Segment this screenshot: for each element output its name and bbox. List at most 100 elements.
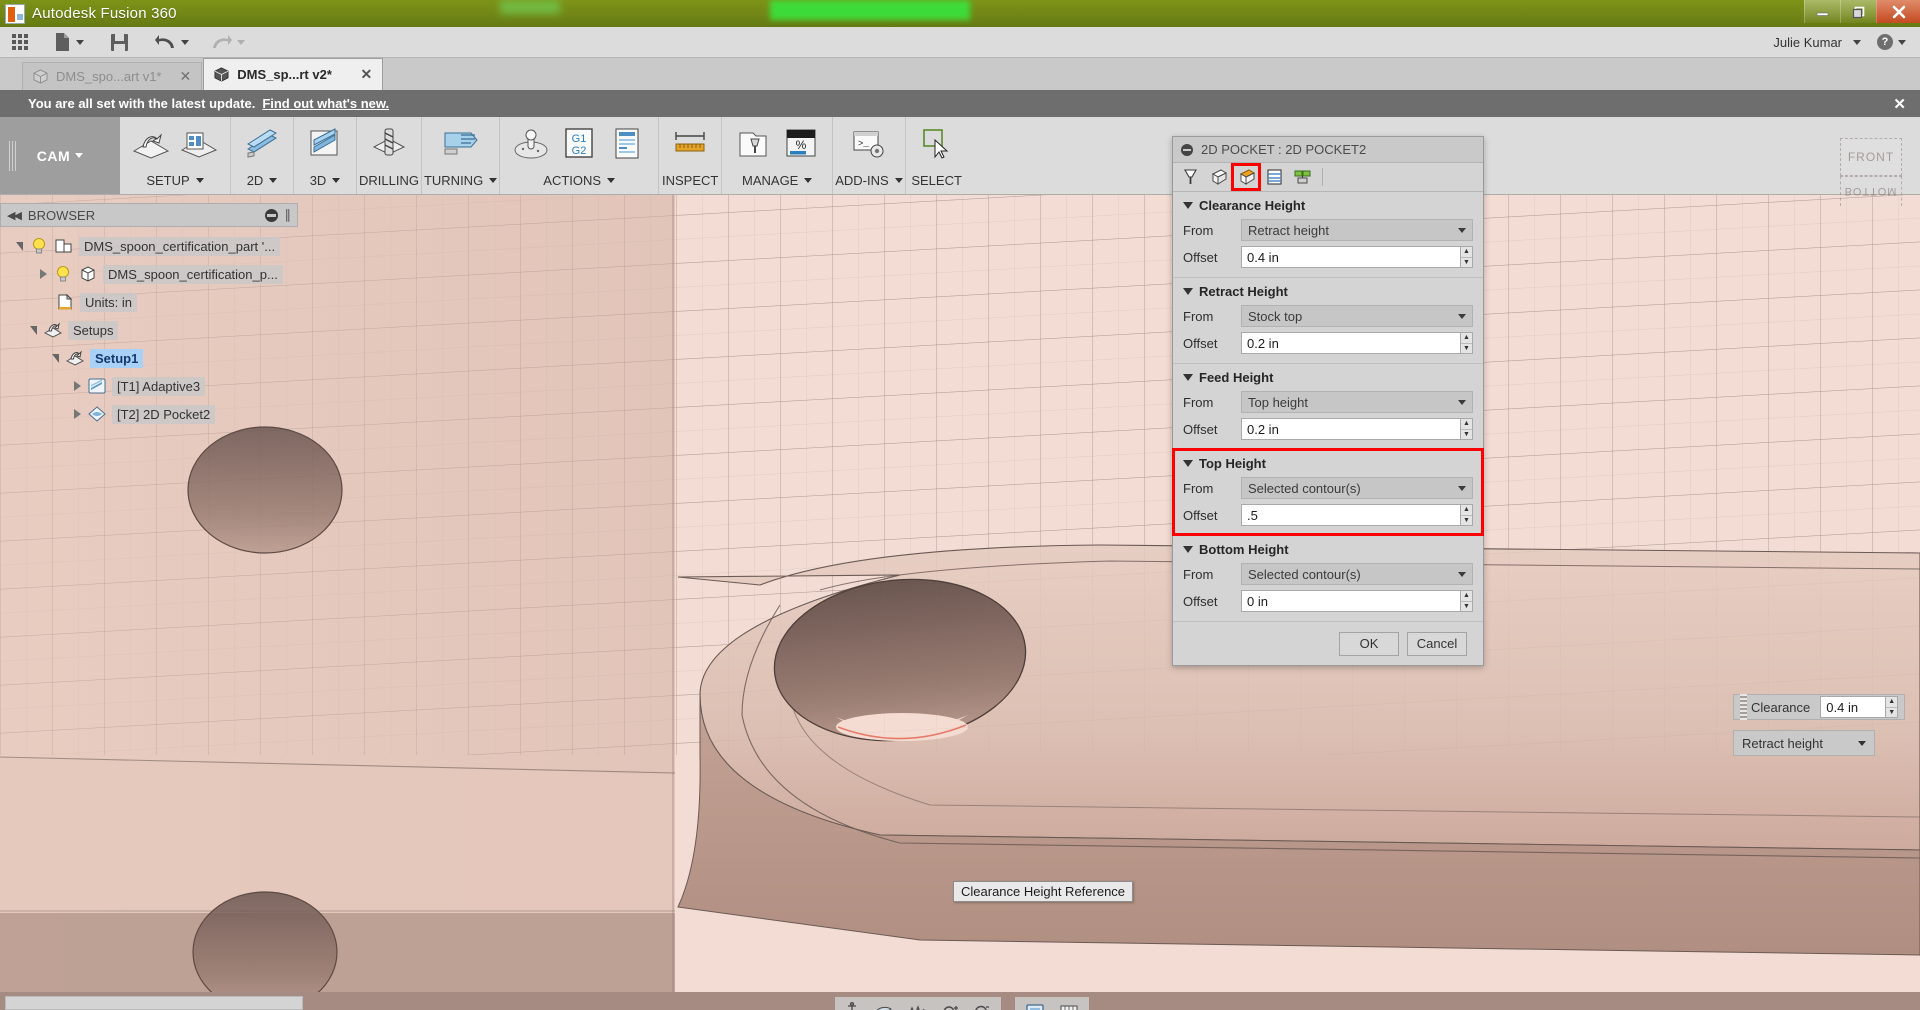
ribbon-group-label[interactable]: MANAGE bbox=[742, 173, 813, 194]
expander-right-icon[interactable] bbox=[74, 381, 81, 391]
select-cursor-icon[interactable] bbox=[916, 124, 958, 164]
linking-tab[interactable] bbox=[1289, 165, 1315, 189]
minimize-icon[interactable] bbox=[1804, 0, 1840, 23]
timeline-bar[interactable] bbox=[5, 996, 303, 1010]
spin-up-icon[interactable]: ▲ bbox=[1461, 247, 1472, 258]
account-menu[interactable]: Julie Kumar ? bbox=[1773, 34, 1920, 50]
minus-circle-icon[interactable] bbox=[1181, 143, 1193, 156]
offset-stepper[interactable]: ▲ ▼ bbox=[1460, 332, 1473, 354]
turning-icon[interactable] bbox=[440, 124, 482, 164]
ribbon-group-label[interactable]: SETUP bbox=[146, 173, 204, 194]
clearance-from-dropdown[interactable]: Retract height bbox=[1733, 730, 1875, 756]
offset-input[interactable]: 0.2 in bbox=[1241, 332, 1460, 354]
close-icon[interactable]: ✕ bbox=[343, 66, 373, 83]
tree-item-setups[interactable]: Setups bbox=[0, 316, 298, 344]
toolpath-2d-icon[interactable] bbox=[241, 124, 283, 164]
ribbon-group-label[interactable]: ACTIONS bbox=[543, 173, 616, 194]
simulate-icon[interactable] bbox=[510, 124, 552, 164]
pan-icon[interactable] bbox=[873, 1002, 893, 1010]
cancel-button[interactable]: Cancel bbox=[1407, 631, 1467, 656]
from-dropdown[interactable]: Selected contour(s) bbox=[1241, 477, 1473, 499]
close-icon[interactable]: ✕ bbox=[162, 68, 192, 85]
measure-ruler-icon[interactable] bbox=[669, 124, 711, 164]
panel-bars-icon[interactable]: ∥ bbox=[285, 207, 292, 223]
view-cube-bottom-face[interactable]: BOTTOM bbox=[1840, 176, 1902, 206]
orbit-icon[interactable] bbox=[845, 1002, 859, 1010]
passes-tab[interactable] bbox=[1261, 165, 1287, 189]
ribbon-group-label[interactable]: SELECT bbox=[911, 173, 962, 194]
clearance-input[interactable]: 0.4 in bbox=[1820, 696, 1886, 718]
expander-down-icon[interactable] bbox=[30, 325, 37, 335]
offset-input[interactable]: .5 bbox=[1241, 504, 1460, 526]
tool-tab[interactable] bbox=[1177, 165, 1203, 189]
section-header[interactable]: Bottom Height bbox=[1183, 542, 1473, 557]
tool-library-icon[interactable] bbox=[732, 124, 774, 164]
spin-down-icon[interactable]: ▼ bbox=[1461, 430, 1472, 440]
app-grid-button[interactable] bbox=[0, 27, 34, 58]
spin-up-icon[interactable]: ▲ bbox=[1461, 333, 1472, 344]
light-bulb-icon[interactable] bbox=[29, 237, 49, 255]
minus-circle-icon[interactable] bbox=[264, 208, 278, 222]
browser-header[interactable]: ◀◀ BROWSER ∥ bbox=[0, 203, 298, 227]
tree-item-body-component[interactable]: DMS_spoon_certification_p... bbox=[0, 260, 298, 288]
post-process-g1g2-icon[interactable]: G1 G2 bbox=[558, 124, 600, 164]
ribbon-group-label[interactable]: DRILLING bbox=[359, 173, 419, 194]
tree-item-assembly[interactable]: DMS_spoon_certification_part '... bbox=[0, 232, 298, 260]
collapse-left-icon[interactable]: ◀◀ bbox=[7, 209, 22, 222]
offset-input[interactable]: 0 in bbox=[1241, 590, 1460, 612]
from-dropdown[interactable]: Retract height bbox=[1241, 219, 1473, 241]
section-header[interactable]: Retract Height bbox=[1183, 284, 1473, 299]
dialog-title-bar[interactable]: 2D POCKET : 2D POCKET2 bbox=[1173, 137, 1483, 163]
restore-icon[interactable] bbox=[1840, 0, 1876, 23]
close-icon[interactable]: ✕ bbox=[1893, 95, 1906, 113]
tree-item-setup1[interactable]: Setup1 bbox=[0, 344, 298, 372]
heights-tab[interactable] bbox=[1231, 163, 1261, 191]
tree-item-units[interactable]: Units: in bbox=[0, 288, 298, 316]
expander-right-icon[interactable] bbox=[74, 409, 81, 419]
new-document-button[interactable] bbox=[48, 27, 90, 58]
geometry-tab[interactable] bbox=[1205, 165, 1231, 189]
close-icon[interactable] bbox=[1876, 0, 1920, 23]
document-tab-v2[interactable]: DMS_sp...rt v2* ✕ bbox=[203, 58, 384, 90]
ribbon-group-label[interactable]: INSPECT bbox=[662, 173, 718, 194]
ok-button[interactable]: OK bbox=[1339, 631, 1399, 656]
offset-stepper[interactable]: ▲ ▼ bbox=[1460, 590, 1473, 612]
ribbon-group-label[interactable]: 2D bbox=[247, 173, 278, 194]
spin-up-icon[interactable]: ▲ bbox=[1886, 697, 1898, 708]
document-tab-v1[interactable]: DMS_spo...art v1* ✕ bbox=[22, 62, 203, 90]
offset-stepper[interactable]: ▲ ▼ bbox=[1460, 246, 1473, 268]
spin-down-icon[interactable]: ▼ bbox=[1461, 602, 1472, 612]
spin-down-icon[interactable]: ▼ bbox=[1461, 344, 1472, 354]
grid-snap-icon[interactable] bbox=[1059, 1002, 1079, 1010]
spin-down-icon[interactable]: ▼ bbox=[1461, 516, 1472, 526]
spin-up-icon[interactable]: ▲ bbox=[1461, 505, 1472, 516]
expander-down-icon[interactable] bbox=[52, 353, 59, 363]
ribbon-group-label[interactable]: ADD-INS bbox=[835, 173, 903, 194]
save-button[interactable] bbox=[104, 27, 135, 58]
spin-down-icon[interactable]: ▼ bbox=[1461, 258, 1472, 268]
section-header[interactable]: Feed Height bbox=[1183, 370, 1473, 385]
from-dropdown[interactable]: Top height bbox=[1241, 391, 1473, 413]
from-dropdown[interactable]: Selected contour(s) bbox=[1241, 563, 1473, 585]
drilling-icon[interactable] bbox=[368, 124, 410, 164]
section-header[interactable]: Clearance Height bbox=[1183, 198, 1473, 213]
clearance-stepper[interactable]: ▲ ▼ bbox=[1885, 696, 1899, 718]
fit-icon[interactable] bbox=[941, 1002, 959, 1010]
offset-stepper[interactable]: ▲ ▼ bbox=[1460, 504, 1473, 526]
setup-sheet-icon[interactable] bbox=[606, 124, 648, 164]
redo-button[interactable] bbox=[205, 27, 251, 58]
from-dropdown[interactable]: Stock top bbox=[1241, 305, 1473, 327]
spin-up-icon[interactable]: ▲ bbox=[1461, 591, 1472, 602]
offset-input[interactable]: 0.2 in bbox=[1241, 418, 1460, 440]
setup-icon[interactable] bbox=[130, 124, 172, 164]
help-icon[interactable]: ? bbox=[1877, 34, 1893, 50]
ribbon-group-label[interactable]: TURNING bbox=[424, 173, 498, 194]
machining-time-percent-icon[interactable]: % bbox=[780, 124, 822, 164]
toolpath-3d-icon[interactable] bbox=[304, 124, 346, 164]
notification-link[interactable]: Find out what's new. bbox=[262, 96, 389, 111]
view-cube-front-face[interactable]: FRONT bbox=[1840, 138, 1902, 176]
tree-item-adaptive3[interactable]: [T1] Adaptive3 bbox=[0, 372, 298, 400]
workspace-switcher[interactable]: CAM bbox=[0, 117, 120, 194]
offset-stepper[interactable]: ▲ ▼ bbox=[1460, 418, 1473, 440]
light-bulb-icon[interactable] bbox=[53, 265, 73, 283]
